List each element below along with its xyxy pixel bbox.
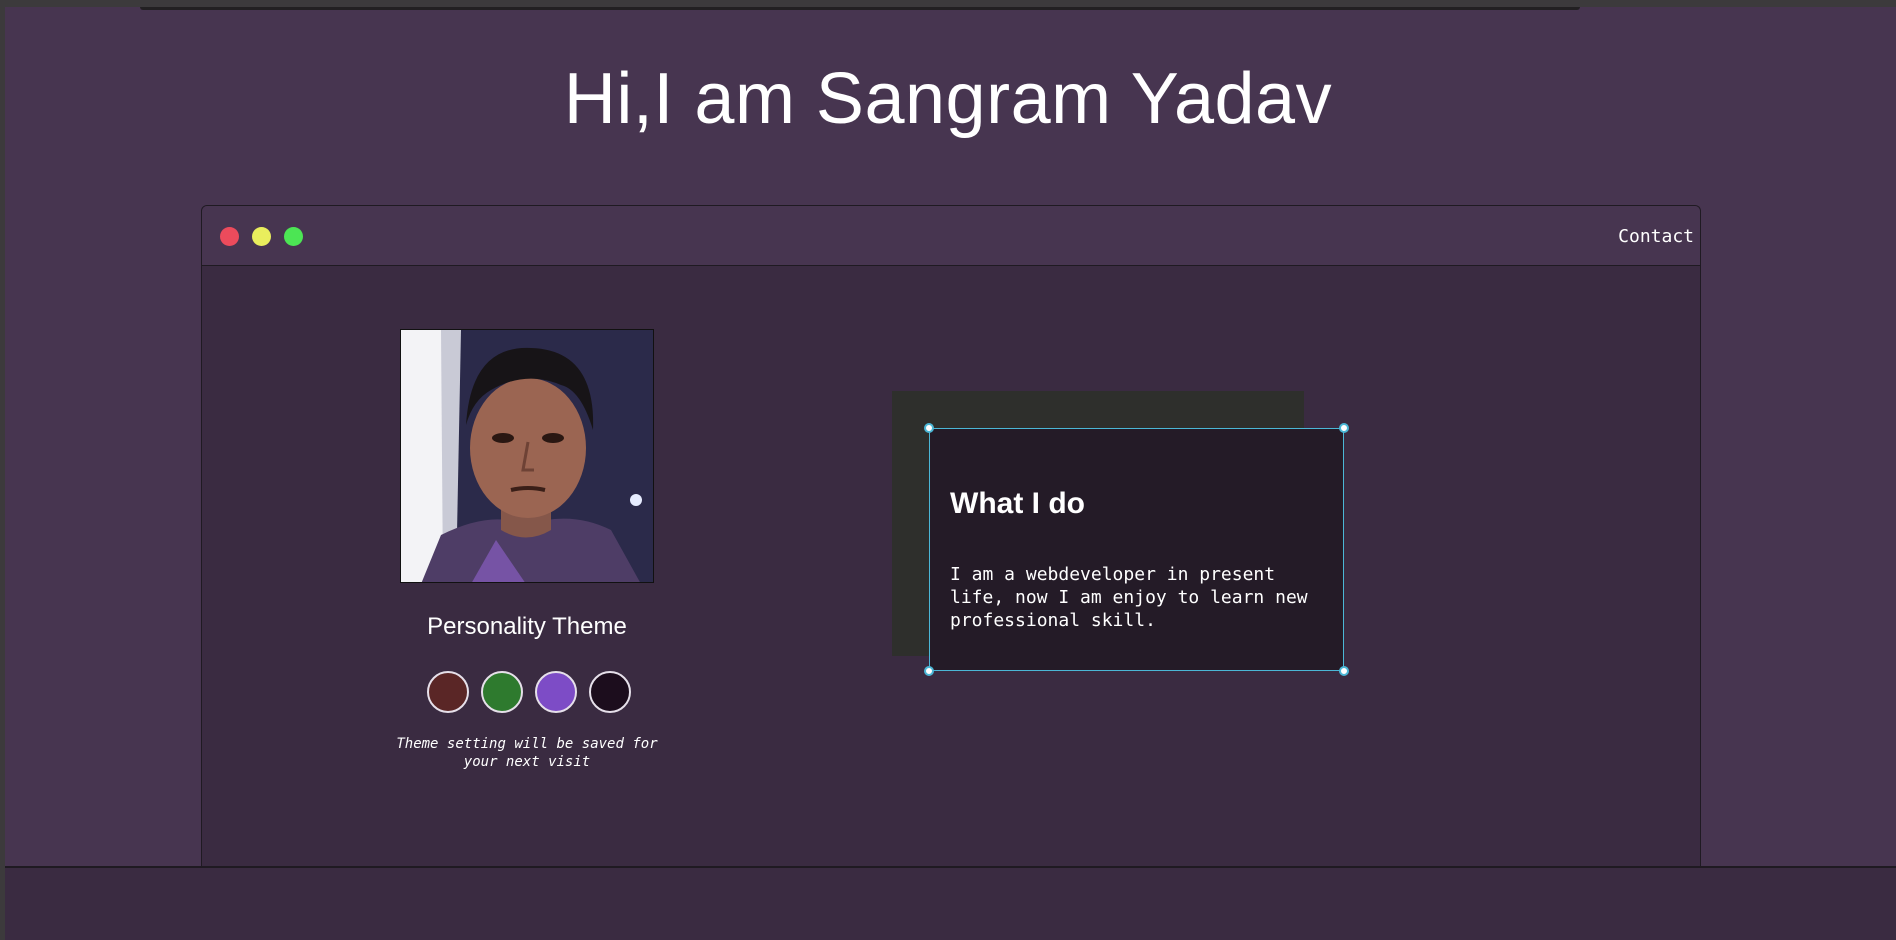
what-i-do-card[interactable]: What I do I am a webdeveloper in present… bbox=[924, 423, 1349, 676]
theme-swatch-maroon[interactable] bbox=[427, 671, 469, 713]
close-window-button[interactable] bbox=[220, 227, 239, 246]
card-text: I am a webdeveloper in present life, now… bbox=[950, 564, 1308, 631]
app-window: Contact Personality Theme Theme setting … bbox=[201, 205, 1701, 867]
maximize-window-button[interactable] bbox=[284, 227, 303, 246]
theme-swatch-green[interactable] bbox=[481, 671, 523, 713]
theme-swatch-dark[interactable] bbox=[589, 671, 631, 713]
resize-handle-bottom-right[interactable] bbox=[1339, 666, 1349, 676]
resize-handle-top-left[interactable] bbox=[924, 423, 934, 433]
resize-handle-top-right[interactable] bbox=[1339, 423, 1349, 433]
resize-handle-bottom-left[interactable] bbox=[924, 666, 934, 676]
contact-link[interactable]: Contact bbox=[1618, 226, 1694, 247]
hero-title: Hi,I am Sangram Yadav bbox=[563, 59, 1333, 139]
profile-photo-image bbox=[401, 330, 653, 582]
page-footer bbox=[5, 866, 1896, 940]
card-title: What I do bbox=[950, 487, 1085, 520]
profile-photo bbox=[400, 329, 654, 583]
theme-swatch-purple[interactable] bbox=[535, 671, 577, 713]
personality-theme-title: Personality Theme bbox=[427, 613, 627, 640]
minimize-window-button[interactable] bbox=[252, 227, 271, 246]
top-strip bbox=[140, 7, 1580, 10]
theme-save-note: Theme setting will be saved for your nex… bbox=[396, 736, 658, 770]
window-titlebar: Contact bbox=[202, 206, 1700, 266]
